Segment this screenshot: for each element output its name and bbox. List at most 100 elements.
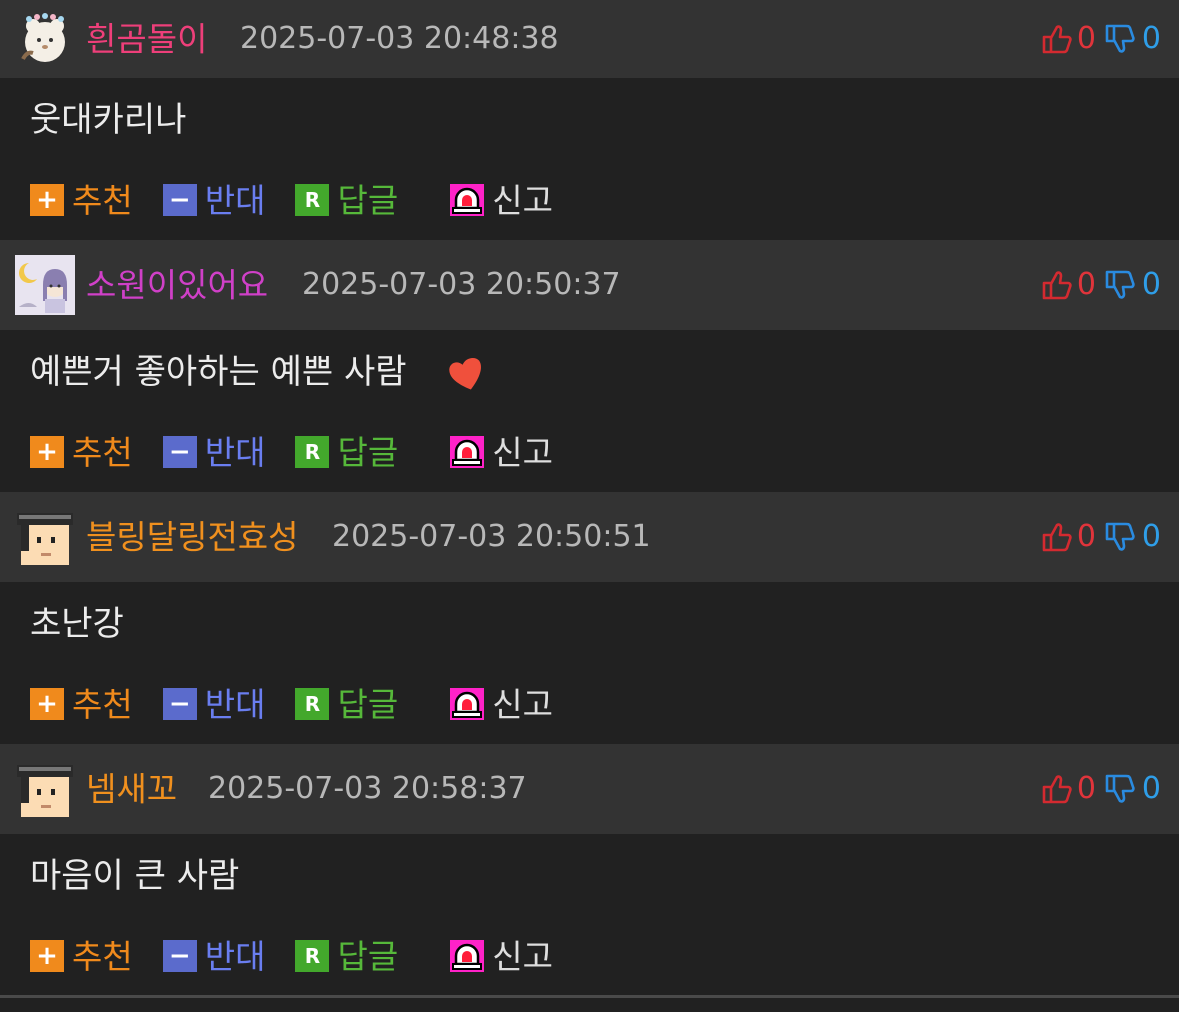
avatar[interactable] — [15, 507, 75, 567]
comment-body: 웃대카리나 + 추천 − 반대 R 답글 신고 — [0, 78, 1179, 240]
siren-icon — [450, 940, 484, 972]
oppose-button[interactable]: − 반대 — [162, 180, 266, 220]
reply-label: 답글 — [337, 684, 399, 724]
thumbs-down-icon — [1104, 521, 1136, 553]
oppose-label: 반대 — [204, 432, 266, 472]
siren-icon — [450, 436, 484, 468]
comment-body: 마음이 큰 사람 + 추천 − 반대 R 답글 신고 — [0, 834, 1179, 996]
reply-button[interactable]: R 답글 — [295, 436, 398, 469]
comment-body: 초난강 + 추천 − 반대 R 답글 신고 — [0, 582, 1179, 744]
recommend-button[interactable]: + 추천 — [30, 940, 133, 973]
comment-nickname[interactable]: 흰곰돌이 — [86, 23, 207, 56]
reply-button[interactable]: R 답글 — [295, 688, 398, 721]
report-label: 신고 — [492, 180, 553, 220]
comment-datetime: 2025-07-03 20:48:38 — [240, 21, 559, 56]
comment-datetime: 2025-07-03 20:50:37 — [302, 267, 621, 302]
vote-counts: 0 0 — [1041, 23, 1161, 55]
reply-label: 답글 — [337, 180, 399, 220]
reply-label: 답글 — [337, 936, 399, 976]
recommend-button[interactable]: + 추천 — [30, 436, 133, 469]
plus-icon: + — [30, 688, 64, 720]
minus-icon: − — [162, 184, 197, 216]
thumbs-down-icon — [1104, 23, 1136, 55]
comment: 소원이있어요 2025-07-03 20:50:37 0 0 예쁜거 좋아하는 … — [0, 240, 1179, 492]
plus-icon: + — [30, 940, 64, 972]
recommend-label: 추천 — [72, 936, 133, 976]
report-button[interactable]: 신고 — [450, 184, 553, 217]
comment: 흰곰돌이 2025-07-03 20:48:38 0 0 웃대카리나 + 추천 … — [0, 0, 1179, 240]
recommend-label: 추천 — [72, 180, 133, 220]
comment-actions: + 추천 − 반대 R 답글 신고 — [30, 936, 583, 976]
comment-text: 예쁜거 좋아하는 예쁜 사람 — [30, 352, 487, 393]
comment-datetime: 2025-07-03 20:58:37 — [208, 771, 527, 806]
report-label: 신고 — [492, 936, 553, 976]
comment-header: 블링달링전효성 2025-07-03 20:50:51 0 0 — [0, 492, 1179, 582]
comment-nickname[interactable]: 넴새꼬 — [86, 773, 177, 806]
comment-header: 소원이있어요 2025-07-03 20:50:37 0 0 — [0, 240, 1179, 330]
comment-nickname[interactable]: 소원이있어요 — [86, 269, 268, 302]
minus-icon: − — [162, 436, 197, 468]
report-button[interactable]: 신고 — [450, 436, 553, 469]
recommend-label: 추천 — [72, 684, 133, 724]
comment-text: 마음이 큰 사람 — [30, 856, 240, 896]
comment-header: 넴새꼬 2025-07-03 20:58:37 0 0 — [0, 744, 1179, 834]
report-button[interactable]: 신고 — [450, 940, 553, 973]
comment-nickname[interactable]: 블링달링전효성 — [86, 521, 299, 554]
plus-icon: + — [30, 436, 64, 468]
vote-counts: 0 0 — [1041, 269, 1161, 301]
comment: 블링달링전효성 2025-07-03 20:50:51 0 0 초난강 + 추천… — [0, 492, 1179, 744]
comment-text-content: 예쁜거 좋아하는 예쁜 사람 — [30, 352, 407, 392]
recommend-label: 추천 — [72, 432, 133, 472]
comment-datetime: 2025-07-03 20:50:51 — [332, 519, 651, 554]
oppose-label: 반대 — [204, 684, 266, 724]
oppose-button[interactable]: − 반대 — [162, 432, 266, 472]
comment: 넴새꼬 2025-07-03 20:58:37 0 0 마음이 큰 사람 + 추… — [0, 744, 1179, 996]
reply-icon: R — [295, 184, 330, 216]
siren-icon — [450, 184, 484, 216]
recommend-button[interactable]: + 추천 — [30, 688, 133, 721]
avatar[interactable] — [15, 9, 75, 69]
thumbs-up-icon — [1041, 269, 1073, 301]
thumbs-down-icon — [1104, 269, 1136, 301]
upvote-count: 0 — [1076, 267, 1096, 302]
upvote-count: 0 — [1076, 771, 1096, 806]
reply-button[interactable]: R 답글 — [295, 184, 398, 217]
reply-icon: R — [295, 688, 330, 720]
report-label: 신고 — [492, 684, 553, 724]
comment-actions: + 추천 − 반대 R 답글 신고 — [30, 684, 583, 724]
downvote-count: 0 — [1141, 21, 1161, 56]
minus-icon: − — [162, 688, 197, 720]
downvote-count: 0 — [1141, 519, 1161, 554]
reply-icon: R — [295, 940, 330, 972]
divider — [0, 995, 1179, 998]
comment-actions: + 추천 − 반대 R 답글 신고 — [30, 432, 583, 472]
reply-button[interactable]: R 답글 — [295, 940, 398, 973]
avatar[interactable] — [15, 759, 75, 819]
vote-counts: 0 0 — [1041, 521, 1161, 553]
upvote-count: 0 — [1076, 21, 1096, 56]
comment-header: 흰곰돌이 2025-07-03 20:48:38 0 0 — [0, 0, 1179, 78]
avatar[interactable] — [15, 255, 75, 315]
oppose-label: 반대 — [204, 180, 266, 220]
oppose-button[interactable]: − 반대 — [162, 936, 266, 976]
oppose-label: 반대 — [204, 936, 266, 976]
comment-actions: + 추천 − 반대 R 답글 신고 — [30, 180, 583, 220]
report-button[interactable]: 신고 — [450, 688, 553, 721]
upvote-count: 0 — [1076, 519, 1096, 554]
recommend-button[interactable]: + 추천 — [30, 184, 133, 217]
thumbs-up-icon — [1041, 521, 1073, 553]
oppose-button[interactable]: − 반대 — [162, 684, 266, 724]
plus-icon: + — [30, 184, 64, 216]
thumbs-down-icon — [1104, 773, 1136, 805]
thumbs-up-icon — [1041, 773, 1073, 805]
minus-icon: − — [162, 940, 197, 972]
thumbs-up-icon — [1041, 23, 1073, 55]
report-label: 신고 — [492, 432, 553, 472]
downvote-count: 0 — [1141, 771, 1161, 806]
comment-text: 초난강 — [30, 604, 124, 644]
reply-icon: R — [295, 436, 330, 468]
downvote-count: 0 — [1141, 267, 1161, 302]
siren-icon — [450, 688, 484, 720]
comment-body: 예쁜거 좋아하는 예쁜 사람 + 추천 − 반대 R 답글 신고 — [0, 330, 1179, 492]
vote-counts: 0 0 — [1041, 773, 1161, 805]
